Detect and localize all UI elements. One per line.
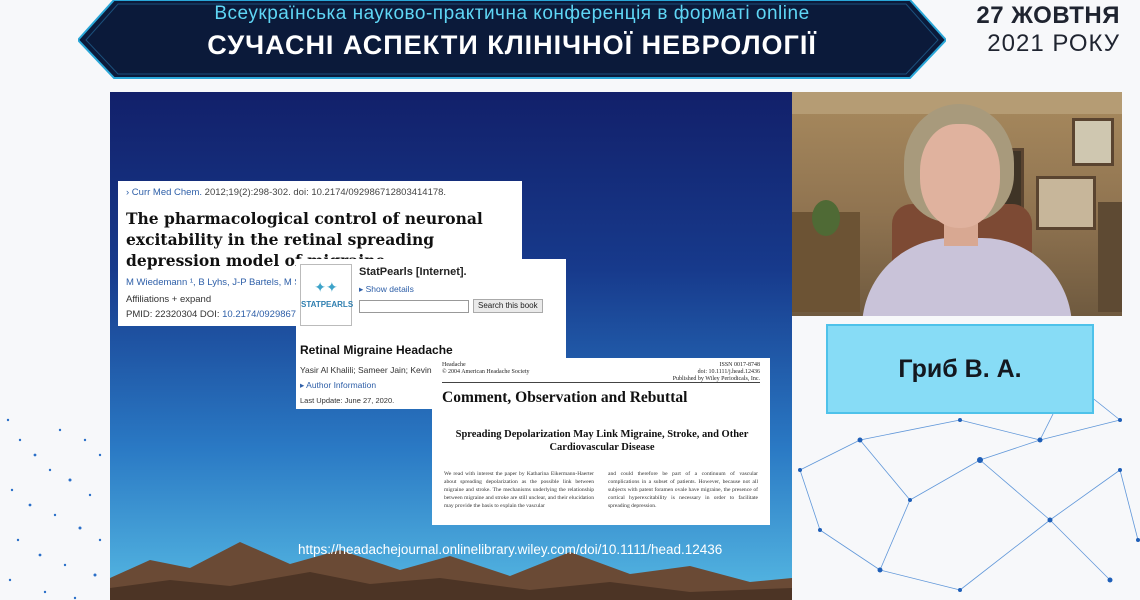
pearls-icon: ✦✦ [314,279,338,295]
mountain-silhouette [110,542,792,600]
search-book-button: Search this book [473,299,543,313]
last-update: Last Update: June 27, 2020. [300,396,395,405]
article-column-right: and could therefore be part of a continu… [608,471,758,509]
bookshelf [1098,202,1122,312]
conference-subtitle: Всеукраїнська науково-практична конферен… [214,3,810,24]
source-url: https://headachejournal.onlinelibrary.wi… [298,542,723,557]
headache-journal-card: Headache © 2004 American Headache Societ… [432,358,770,525]
speaker-webcam [792,92,1122,316]
wall-picture [1036,176,1096,230]
statpearls-heading: Retinal Migraine Headache [300,343,453,357]
show-details-link: ▸ Show details [359,284,414,294]
journal-section: Comment, Observation and Rebuttal [442,389,688,406]
statpearls-title: StatPearls [Internet]. [359,266,467,278]
article-citation: › Curr Med Chem. 2012;19(2):298-302. doi… [126,187,447,198]
wall-picture [1072,118,1114,166]
event-date-year: 2021 РОКУ [987,30,1120,57]
conference-banner: Всеукраїнська науково-практична конферен… [78,0,946,80]
journal-article-title: Spreading Depolarization May Link Migrai… [455,429,749,453]
speaker-name: Гриб В. А. [898,354,1022,383]
statpearls-authors: Yasir Al Khalili; Sameer Jain; Kevin [300,365,432,375]
article-column-left: We read with interest the paper by Katha… [444,471,594,509]
header-rule [442,382,760,383]
speaker-name-card: Гриб В. А. [826,324,1094,414]
author-information-link: ▸ Author Information [300,380,377,390]
journal-header-left: Headache © 2004 American Headache Societ… [442,362,530,375]
statpearls-logo: ✦✦ STATPEARLS [300,264,353,326]
journal-header-right: ISSN 0017-8748 doi: 10.1111/j.head.12436… [672,362,760,382]
event-date-day: 27 ЖОВТНЯ [976,2,1120,29]
book-search-input [359,300,469,313]
conference-title: СУЧАСНІ АСПЕКТИ КЛІНІЧНОЇ НЕВРОЛОГІЇ [207,30,817,60]
presentation-slide: › Curr Med Chem. 2012;19(2):298-302. doi… [110,92,792,600]
speaker-face [920,124,1000,228]
plant [812,200,840,236]
